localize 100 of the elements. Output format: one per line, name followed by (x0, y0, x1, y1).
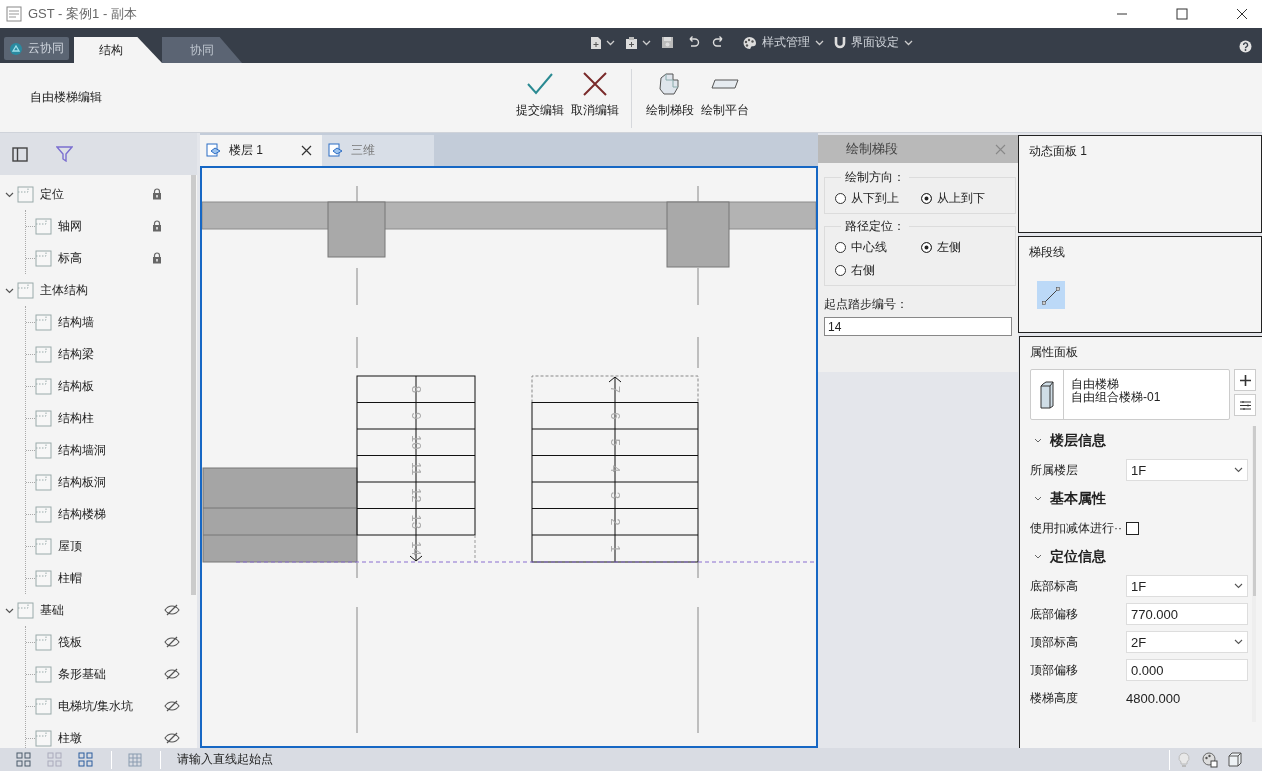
step-number: 12 (408, 488, 424, 503)
tree-item[interactable]: 结构板 (58, 377, 94, 395)
tree-item[interactable]: 标高 (58, 249, 82, 267)
hidden-eye-icon[interactable] (164, 636, 180, 648)
save-icon[interactable] (661, 36, 674, 49)
hidden-eye-icon[interactable] (164, 604, 180, 616)
section-title: 楼层信息 (1050, 432, 1106, 450)
stair-run-drawing[interactable] (356, 375, 476, 563)
tree-item[interactable]: 结构梁 (58, 345, 94, 363)
step-number: 3 (607, 491, 623, 499)
view-tab[interactable]: 楼层 1 (200, 135, 322, 166)
interface-settings-menu[interactable]: 界面设定 (834, 34, 913, 51)
option-label[interactable]: 右侧 (851, 262, 875, 279)
plus-icon (1239, 374, 1251, 386)
tree-item[interactable]: 结构楼梯 (58, 505, 106, 523)
property-label: 底部偏移 (1030, 605, 1079, 623)
submit-edit-button[interactable]: 提交编辑 (514, 63, 566, 132)
chevron-icon[interactable] (1034, 438, 1042, 444)
close-icon[interactable] (1236, 8, 1248, 20)
axis-line (356, 267, 358, 306)
tree-item[interactable]: 电梯坑/集水坑 (58, 697, 134, 715)
tree-item[interactable]: 筏板 (58, 633, 82, 651)
sidebar-toggle-icon[interactable] (12, 146, 28, 162)
dropdown-field[interactable]: 1F (1126, 459, 1248, 481)
help-icon[interactable] (1239, 40, 1252, 53)
panel-title: 梯段线 (1029, 244, 1066, 261)
hidden-eye-icon[interactable] (164, 732, 180, 744)
layer-icon (35, 697, 52, 715)
caret-icon[interactable] (606, 39, 615, 46)
layer-icon (17, 601, 34, 619)
dropdown-field[interactable]: 1F (1126, 575, 1248, 597)
scrollbar-thumb[interactable] (191, 175, 196, 595)
radio-button[interactable] (921, 242, 932, 253)
new-file-icon[interactable] (590, 35, 602, 50)
layer-icon (17, 185, 34, 203)
input-field[interactable]: 14 (824, 317, 1012, 336)
lock-icon[interactable] (152, 220, 162, 232)
layer-icon (35, 313, 52, 331)
step-number: 10 (408, 435, 424, 450)
grid-undo-icon[interactable] (78, 752, 93, 767)
chevron-icon[interactable] (1034, 554, 1042, 560)
radio-button[interactable] (921, 193, 932, 204)
type-selector[interactable]: 自由楼梯 自由组合楼梯-01 (1030, 369, 1230, 420)
layer-icon (35, 665, 52, 683)
tree-item[interactable]: 结构墙洞 (58, 441, 106, 459)
tree-item[interactable]: 结构墙 (58, 313, 94, 331)
type-name: 自由楼梯 (1071, 378, 1120, 391)
step-number: 7 (607, 385, 623, 393)
ribbon-tab[interactable]: 协同 (162, 37, 242, 63)
view-tab[interactable]: 三维 (322, 135, 434, 166)
type-variant: 自由组合楼梯-01 (1071, 391, 1161, 404)
caret-icon[interactable] (642, 39, 651, 46)
ribbon-tab[interactable]: 结构 (74, 37, 162, 63)
hidden-eye-icon[interactable] (164, 668, 180, 680)
lock-icon[interactable] (152, 188, 162, 200)
field-label: 起点踏步编号： (824, 296, 909, 313)
filter-icon[interactable] (56, 146, 73, 162)
tree-item[interactable]: 柱帽 (58, 569, 82, 587)
cloud-collab-button[interactable]: 云协同 (4, 37, 69, 60)
palette-icon[interactable] (1202, 751, 1218, 768)
tree-item[interactable]: 结构柱 (58, 409, 94, 427)
tree-item[interactable]: 条形基础 (58, 665, 106, 683)
radio-button[interactable] (835, 265, 846, 276)
tree-item[interactable]: 基础 (40, 601, 64, 619)
close-icon[interactable] (301, 145, 312, 156)
clipboard-icon[interactable] (625, 35, 638, 50)
grid-view-icon[interactable] (16, 752, 31, 767)
lock-icon[interactable] (152, 252, 162, 264)
step-number: 1 (607, 544, 623, 553)
draw-stair-run-button[interactable]: 绘制梯段 (644, 63, 696, 132)
option-label[interactable]: 左侧 (937, 239, 961, 256)
tree-item[interactable]: 主体结构 (40, 281, 88, 299)
dropdown-field[interactable]: 2F (1126, 631, 1248, 653)
tree-item[interactable]: 轴网 (58, 217, 82, 235)
option-label[interactable]: 从上到下 (937, 190, 985, 207)
input-field[interactable]: 770.000 (1126, 603, 1248, 625)
option-label[interactable]: 从下到上 (851, 190, 899, 207)
hidden-eye-icon[interactable] (164, 700, 180, 712)
option-label[interactable]: 中心线 (851, 239, 887, 256)
maximize-icon[interactable] (1176, 8, 1188, 20)
chevron-icon[interactable] (1034, 496, 1042, 502)
tree-item[interactable]: 定位 (40, 185, 64, 203)
stair-run-drawing[interactable] (531, 375, 699, 563)
property-label: 顶部标高 (1030, 633, 1079, 651)
tree-item[interactable]: 屋顶 (58, 537, 82, 555)
style-menu[interactable]: 样式管理 (736, 34, 824, 51)
tree-item[interactable]: 结构板洞 (58, 473, 106, 491)
tree-item[interactable]: 柱墩 (58, 729, 82, 747)
radio-button[interactable] (835, 242, 846, 253)
cube-icon[interactable] (1228, 752, 1242, 767)
app-logo-icon (6, 6, 22, 22)
checkbox[interactable] (1126, 521, 1139, 535)
add-button[interactable] (1234, 369, 1256, 391)
axis-line (356, 185, 358, 203)
layer-icon (35, 377, 52, 395)
input-field[interactable]: 0.000 (1126, 659, 1248, 681)
draw-landing-button[interactable]: 绘制平台 (699, 63, 751, 132)
radio-button[interactable] (835, 193, 846, 204)
edit-type-button[interactable] (1234, 394, 1256, 416)
cancel-edit-button[interactable]: 取消编辑 (569, 63, 621, 132)
